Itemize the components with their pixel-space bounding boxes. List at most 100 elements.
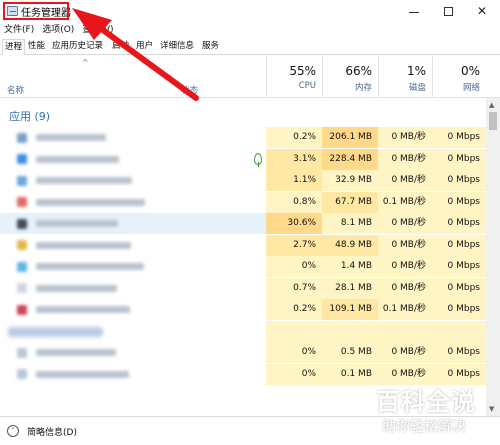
process-name-blurred [7,197,177,208]
column-memory[interactable]: 66% 内存 [322,56,378,98]
process-icon [17,347,27,358]
process-row[interactable]: 2.7% 48.9 MB 0 MB/秒 0 Mbps [0,234,486,256]
tab-app-history[interactable]: 应用历史记录 [50,39,105,55]
memory-cell: 0.5 MB [322,342,378,363]
fewer-details-link[interactable]: 简略信息(D) [27,425,77,438]
process-icon [17,283,27,293]
tab-processes[interactable]: 进程 [2,39,26,55]
process-icon [17,197,27,207]
process-row[interactable]: 3.1% 228.4 MB 0 MB/秒 0 Mbps [0,148,486,170]
process-name-text [36,177,132,184]
cpu-cell: 0% [266,363,322,385]
process-name-blurred [7,175,177,186]
tab-users[interactable]: 用户 [134,39,155,55]
scroll-thumb[interactable] [489,112,497,130]
cpu-cell [266,320,322,342]
memory-cell: 206.1 MB [322,127,378,148]
process-name-text [36,134,106,141]
process-name-text [36,370,129,378]
column-header: ^ 名称 状态 55% CPU 66% 内存 1% 磁盘 0% 网络 [0,56,500,98]
watermark-title: 百科全说 [376,388,476,416]
menu-bar: 文件(F) 选项(O) 查看(V) [0,23,500,37]
maximize-icon [443,6,453,16]
disk-cell: 0 MB/秒 [378,256,432,277]
memory-cell: 228.4 MB [322,148,378,170]
network-cell [432,320,486,342]
cpu-cell: 0.2% [266,127,322,148]
memory-total-percent: 66% [345,64,372,78]
minimize-button[interactable] [397,0,431,22]
column-cpu[interactable]: 55% CPU [266,56,322,98]
cpu-cell: 0.2% [266,299,322,320]
process-name-blurred [7,304,177,315]
process-name-blurred [7,283,177,294]
tab-startup[interactable]: 启动 [110,39,131,55]
process-name-text [36,349,116,356]
network-total-percent: 0% [460,64,480,78]
menu-options[interactable]: 选项(O) [38,23,78,37]
memory-cell: 0.1 MB [322,363,378,385]
network-cell: 0 Mbps [432,299,486,320]
process-name-text [36,198,145,206]
scroll-up-icon[interactable]: ▲ [489,101,494,109]
tab-services[interactable]: 服务 [200,39,221,55]
process-name-text [36,220,118,227]
disk-cell: 0 MB/秒 [378,127,432,148]
vertical-scrollbar[interactable]: ▲ ▼ [486,98,500,416]
process-icon [17,240,27,250]
network-cell: 0 Mbps [432,256,486,277]
memory-cell: 109.1 MB [322,299,378,320]
disk-cell: 0.1 MB/秒 [378,191,432,213]
minimize-icon [409,11,419,13]
background-processes-header[interactable] [8,327,103,337]
memory-cell [322,320,378,342]
maximize-button[interactable] [431,0,465,22]
process-name-blurred [7,132,177,143]
disk-cell [378,320,432,342]
column-name[interactable]: 名称 [7,84,24,96]
process-name-blurred [7,154,177,165]
process-row[interactable]: 30.6% 8.1 MB 0 MB/秒 0 Mbps [0,213,486,234]
cpu-cell: 3.1% [266,148,322,170]
process-name-text [36,241,131,249]
process-name-blurred [7,347,177,358]
watermark: 百科全说 助你轻松解决 [372,382,497,442]
cpu-cell: 30.6% [266,213,322,234]
process-row[interactable]: 0.2% 109.1 MB 0.1 MB/秒 0 Mbps [0,299,486,320]
process-row[interactable]: 0% 0.5 MB 0 MB/秒 0 Mbps [0,342,486,363]
network-cell: 0 Mbps [432,191,486,213]
column-disk[interactable]: 1% 磁盘 [378,56,432,98]
process-row[interactable]: 0% 1.4 MB 0 MB/秒 0 Mbps [0,256,486,277]
menu-file[interactable]: 文件(F) [0,23,38,37]
close-button[interactable]: ✕ [465,0,499,22]
column-network[interactable]: 0% 网络 [432,56,486,98]
disk-cell: 0 MB/秒 [378,277,432,299]
cpu-label: CPU [298,81,316,91]
title-highlight-box [3,2,69,20]
process-row[interactable]: 0.2% 206.1 MB 0 MB/秒 0 Mbps [0,127,486,148]
menu-view[interactable]: 查看(V) [78,23,117,37]
process-row[interactable]: 1.1% 32.9 MB 0 MB/秒 0 Mbps [0,170,486,191]
column-status[interactable]: 状态 [181,84,198,96]
process-icon [17,175,27,186]
process-name-text [36,155,119,163]
network-cell: 0 Mbps [432,213,486,234]
tab-details[interactable]: 详细信息 [158,39,196,55]
process-row[interactable]: 0.8% 67.7 MB 0.1 MB/秒 0 Mbps [0,191,486,213]
process-row[interactable]: 0.7% 28.1 MB 0 MB/秒 0 Mbps [0,277,486,299]
process-icon [17,218,27,229]
process-icon [17,154,27,164]
section-apps-header[interactable]: 应用 (9) [9,108,50,124]
memory-cell: 1.4 MB [322,256,378,277]
cpu-cell: 0.8% [266,191,322,213]
disk-label: 磁盘 [408,83,426,93]
network-cell: 0 Mbps [432,234,486,256]
memory-label: 内存 [354,83,372,93]
sort-up-icon: ^ [82,58,89,67]
tab-performance[interactable]: 性能 [26,39,47,55]
memory-cell: 8.1 MB [322,213,378,234]
title-bar: 任务管理器 ✕ [0,0,500,22]
memory-cell: 48.9 MB [322,234,378,256]
network-cell: 0 Mbps [432,342,486,363]
collapse-chevron-icon[interactable]: ˄ [7,425,19,437]
